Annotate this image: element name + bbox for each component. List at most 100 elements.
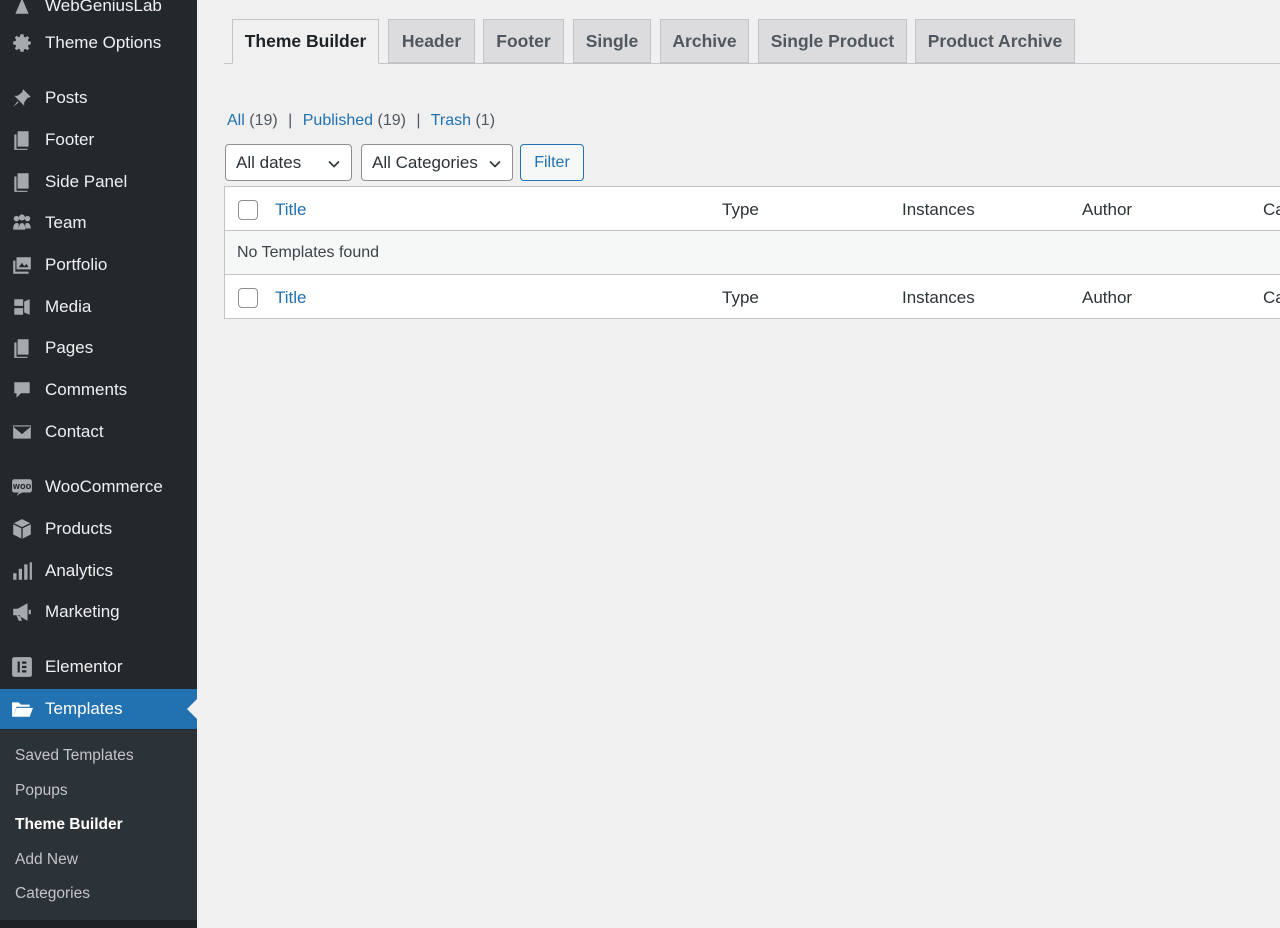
table-row-empty: No Templates found	[225, 231, 1280, 275]
sidebar-item-elementor[interactable]: Elementor	[0, 647, 197, 687]
sidebar-item-label: Marketing	[45, 602, 120, 621]
sidebar-item-label: WebGeniusLab	[45, 0, 162, 15]
sidebar-item-label: Elementor	[45, 657, 123, 676]
sidebar-item-portfolio[interactable]: Portfolio	[0, 245, 197, 285]
submenu-item-categories[interactable]: Categories	[15, 885, 90, 903]
pin-icon	[11, 87, 33, 109]
filter-button[interactable]: Filter	[520, 144, 584, 181]
pages-icon	[11, 171, 33, 193]
sidebar-item-label: Pages	[45, 338, 94, 357]
gear-icon	[11, 32, 33, 54]
view-all-link[interactable]: All	[227, 112, 245, 129]
tab-theme-builder[interactable]: Theme Builder	[232, 19, 379, 64]
templates-table: Title Type Instances Author Ca No Templa…	[224, 186, 1280, 319]
mail-icon	[11, 421, 33, 443]
sidebar-item-label: Team	[45, 213, 87, 232]
sidebar-item-pages[interactable]: Pages	[0, 328, 197, 368]
folder-icon	[11, 698, 33, 720]
no-items-message: No Templates found	[237, 244, 380, 261]
sidebar-item-label: Analytics	[45, 561, 114, 580]
media-icon	[11, 296, 33, 318]
sidebar-footer	[0, 920, 197, 928]
sidebar-item-label: Portfolio	[45, 255, 108, 274]
view-trash-link[interactable]: Trash	[431, 112, 471, 129]
sidebar-item-label: Footer	[45, 130, 95, 149]
tab-single-product[interactable]: Single Product	[758, 19, 907, 63]
sidebar-item-marketing[interactable]: Marketing	[0, 592, 197, 632]
column-title[interactable]: Title	[275, 200, 307, 220]
tabs-divider	[224, 63, 1280, 64]
submenu-item-popups[interactable]: Popups	[15, 782, 68, 800]
column-instances: Instances	[902, 200, 975, 219]
megaphone-icon	[11, 601, 33, 623]
sidebar-item-theme-options[interactable]: Theme Options	[0, 23, 197, 63]
admin-sidebar: WebGeniusLab Theme Options Posts Footer …	[0, 0, 197, 928]
status-views: All (19) | Published (19) | Trash (1)	[227, 112, 495, 130]
view-trash-count: (1)	[475, 112, 496, 129]
submenu-item-theme-builder[interactable]: Theme Builder	[15, 816, 123, 834]
tab-footer[interactable]: Footer	[483, 19, 564, 63]
sidebar-item-woocommerce[interactable]: WOO WooCommerce	[0, 467, 197, 507]
sidebar-item-label: WooCommerce	[45, 477, 163, 496]
sidebar-item-label: Side Panel	[45, 172, 128, 191]
dates-filter-value: All dates	[236, 152, 302, 172]
sidebar-item-comments[interactable]: Comments	[0, 370, 197, 410]
view-published-count: (19)	[377, 112, 406, 129]
column-type-footer: Type	[722, 288, 759, 307]
table-header-row: Title Type Instances Author Ca	[225, 187, 1280, 231]
column-title-footer[interactable]: Title	[275, 288, 307, 308]
tab-archive[interactable]: Archive	[660, 19, 749, 63]
sidebar-item-footer[interactable]: Footer	[0, 120, 197, 160]
sidebar-item-products[interactable]: Products	[0, 509, 197, 549]
elementor-icon	[11, 656, 33, 678]
categories-filter-value: All Categories	[372, 152, 478, 172]
view-all-count: (19)	[249, 112, 278, 129]
svg-text:WOO: WOO	[13, 483, 32, 491]
sidebar-item-label: Theme Options	[45, 33, 162, 52]
chevron-down-icon	[327, 156, 341, 170]
categories-filter-select[interactable]: All Categories	[361, 144, 513, 181]
portfolio-icon	[11, 254, 33, 276]
column-author: Author	[1082, 200, 1133, 219]
submenu-item-add-new[interactable]: Add New	[15, 851, 78, 869]
chevron-down-icon	[488, 156, 502, 170]
pages-icon	[11, 129, 33, 151]
view-separator: |	[416, 112, 421, 129]
column-categories-footer: Ca	[1263, 288, 1280, 307]
column-categories: Ca	[1263, 200, 1280, 219]
sidebar-item-label: Contact	[45, 422, 104, 441]
sidebar-item-templates[interactable]: Templates	[0, 689, 197, 729]
view-published-link[interactable]: Published	[303, 112, 373, 129]
tab-product-archive[interactable]: Product Archive	[915, 19, 1075, 63]
sidebar-item-contact[interactable]: Contact	[0, 412, 197, 452]
sidebar-item-label: Comments	[45, 380, 128, 399]
site-icon	[11, 0, 33, 17]
current-menu-arrow	[187, 699, 197, 719]
table-footer-row: Title Type Instances Author Ca	[225, 275, 1280, 319]
select-all-checkbox[interactable]	[238, 200, 258, 220]
submenu-item-saved-templates[interactable]: Saved Templates	[15, 747, 134, 765]
sidebar-item-posts[interactable]: Posts	[0, 78, 197, 118]
comment-icon	[11, 379, 33, 401]
sidebar-item-media[interactable]: Media	[0, 287, 197, 327]
box-icon	[11, 518, 33, 540]
tab-header[interactable]: Header	[388, 19, 475, 63]
team-icon	[11, 212, 33, 234]
dates-filter-select[interactable]: All dates	[225, 144, 352, 181]
column-type: Type	[722, 200, 759, 219]
view-separator: |	[288, 112, 293, 129]
column-instances-footer: Instances	[902, 288, 975, 307]
sidebar-item-label: Products	[45, 519, 113, 538]
sidebar-item-analytics[interactable]: Analytics	[0, 551, 197, 591]
sidebar-item-label: Posts	[45, 88, 88, 107]
select-all-checkbox-footer[interactable]	[238, 288, 258, 308]
pages-icon	[11, 337, 33, 359]
tab-single[interactable]: Single	[573, 19, 651, 63]
sidebar-item-side-panel[interactable]: Side Panel	[0, 162, 197, 202]
column-author-footer: Author	[1082, 288, 1133, 307]
sidebar-item-team[interactable]: Team	[0, 203, 197, 243]
bar-chart-icon	[11, 560, 33, 582]
sidebar-item-label: Templates	[45, 699, 123, 718]
sidebar-item-label: Media	[45, 297, 92, 316]
woo-icon: WOO	[11, 476, 33, 498]
